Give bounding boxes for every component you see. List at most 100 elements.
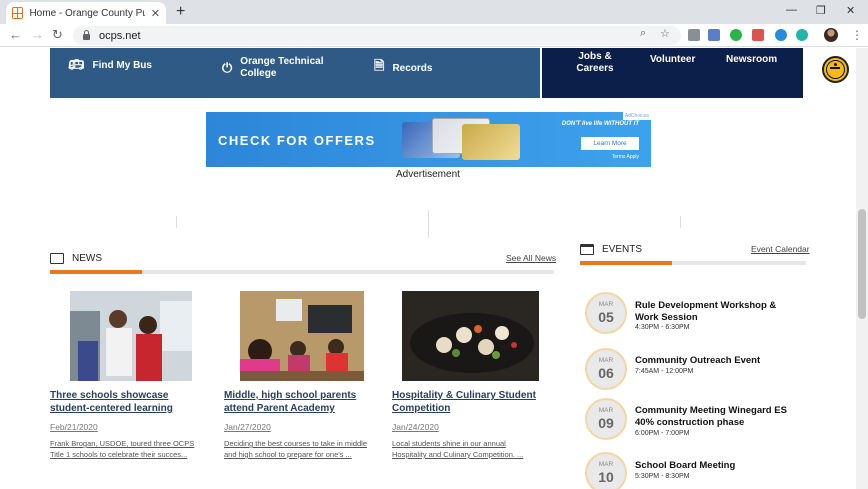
quicklink-label: Orange Technical College [240,56,324,79]
event-title-3[interactable]: Community Meeting Winegard ES 40% constr… [635,405,795,429]
event-date-badge-3: MAR 09 [585,398,627,440]
news-item-snippet-1[interactable]: Frank Brogan, USDOE, toured three OCPS T… [50,438,210,460]
event-date-badge-1: MAR 05 [585,292,627,334]
page-content: 🚌︎ Find My Bus ⏻ Orange Technical Colleg… [0,48,856,489]
extension-g-icon[interactable] [688,29,700,41]
event-title-2[interactable]: Community Outreach Event [635,355,785,367]
news-item-title-3[interactable]: Hospitality & Culinary Student Competiti… [392,389,542,415]
events-heading: EVENTS [580,244,642,255]
url-text: ocps.net [99,29,141,42]
news-photo-students-icon [70,291,192,381]
newspaper-icon [50,253,64,264]
news-photo-classroom-icon [240,291,364,381]
profile-avatar[interactable] [824,28,838,42]
utility-link-newsroom[interactable]: Newsroom [726,54,777,66]
menu-kebab-icon[interactable]: ⋮ [851,28,863,42]
utility-link-jobs-careers[interactable]: Jobs & Careers [572,51,618,75]
event-time-3: 6:00PM - 7:00PM [635,430,690,437]
extension-sync-icon[interactable] [730,29,742,41]
news-heading: NEWS [50,253,102,264]
event-month: MAR [598,461,614,468]
news-item-title-2[interactable]: Middle, high school parents attend Paren… [224,389,384,415]
event-time-1: 4:30PM - 6:30PM [635,324,690,331]
back-icon[interactable]: ← [9,27,22,42]
minimize-icon[interactable]: — [786,4,797,16]
news-heading-text: NEWS [72,253,102,264]
tab-bar: Home - Orange County Public Sc ✕ + — ❐ ✕ [0,0,868,24]
utility-links-bar: Jobs & Careers Volunteer Newsroom [542,48,803,98]
utility-link-volunteer[interactable]: Volunteer [650,54,695,66]
lock-icon [83,30,90,40]
browser-toolbar: ← → ↻ ocps.net ⌕ ☆ ⋮ [0,24,868,47]
advertisement-label: Advertisement [396,169,460,180]
event-day: 09 [598,415,614,431]
quicklink-label: Records [392,62,433,74]
events-underline [580,261,806,265]
news-photo-dish-icon [402,291,539,381]
event-day: 10 [598,469,614,485]
forward-icon[interactable]: → [31,27,44,42]
news-image-2[interactable] [240,291,364,381]
bookmark-star-icon[interactable]: ☆ [660,27,670,40]
news-item-date-3: Jan/24/2020 [392,422,439,432]
ad-learn-more-button[interactable]: Learn More [581,137,639,150]
divider [680,216,681,228]
ad-choices-link[interactable]: AdChoices [622,112,651,120]
card-gold-icon [462,124,520,160]
events-underline-accent [580,261,672,265]
news-item-date-1: Feb/21/2020 [50,422,98,432]
extension-camera-icon[interactable] [708,29,720,41]
restore-icon[interactable]: ❐ [816,4,826,17]
bus-icon: 🚌︎ [68,57,85,72]
ocps-favicon-icon [12,7,24,19]
news-image-1[interactable] [70,291,192,381]
event-month: MAR [598,301,614,308]
address-bar[interactable]: ocps.net [73,26,681,45]
quicklink-find-my-bus[interactable]: 🚌︎ Find My Bus [68,57,152,73]
accessibility-icon [826,60,845,79]
window-close-icon[interactable]: ✕ [846,4,855,17]
document-icon: 🗎 [374,58,385,73]
event-day: 06 [598,365,614,381]
page-scrollbar[interactable] [856,48,868,489]
event-date-badge-4: MAR 10 [585,452,627,489]
event-calendar-link[interactable]: Event Calendar [751,244,810,254]
event-month: MAR [598,407,614,414]
news-item-title-1[interactable]: Three schools showcase student-centered … [50,389,210,415]
event-time-4: 5:30PM - 8:30PM [635,473,690,480]
news-underline-accent [50,270,142,274]
event-time-2: 7:45AM - 12:00PM [635,368,694,375]
ad-headline: CHECK FOR OFFERS [218,133,376,148]
scrollbar-thumb[interactable] [858,209,866,319]
extension-teal-icon[interactable] [796,29,808,41]
zoom-icon[interactable]: ⌕ [640,27,646,40]
extension-badge-icon[interactable] [775,29,787,41]
ad-tagline: DON'T live life WITHOUT IT [561,121,639,127]
event-title-1[interactable]: Rule Development Workshop & Work Session [635,300,785,324]
advertisement-banner[interactable]: CHECK FOR OFFERS DON'T live life WITHOUT… [206,112,651,167]
quicklink-records[interactable]: 🗎 Records [374,57,432,79]
ad-terms: Terms Apply [611,154,639,160]
tab-title: Home - Orange County Public Sc [29,7,144,19]
news-item-date-2: Jan/27/2020 [224,422,271,432]
reload-icon[interactable]: ↻ [52,27,63,43]
browser-tab[interactable]: Home - Orange County Public Sc ✕ [6,2,166,24]
quicklink-orange-technical-college[interactable]: ⏻ Orange Technical College [222,56,332,80]
news-item-snippet-2[interactable]: Deciding the best courses to take in mid… [224,438,369,460]
extension-pdf-icon[interactable] [752,29,764,41]
divider [428,210,429,238]
quicklinks-bar: 🚌︎ Find My Bus ⏻ Orange Technical Colleg… [50,48,540,98]
event-title-4[interactable]: School Board Meeting [635,460,795,472]
divider [176,216,177,228]
new-tab-icon[interactable]: + [176,3,185,21]
news-image-3[interactable] [402,291,539,381]
power-icon: ⏻ [222,60,233,75]
event-day: 05 [598,309,614,325]
accessibility-button[interactable] [822,56,849,83]
events-heading-text: EVENTS [602,244,643,255]
quicklink-label: Find My Bus [92,59,152,71]
tab-close-icon[interactable]: ✕ [151,7,160,20]
see-all-news-link[interactable]: See All News [506,253,556,263]
calendar-icon [580,244,594,255]
news-item-snippet-3[interactable]: Local students shine in our annual Hospi… [392,438,542,460]
